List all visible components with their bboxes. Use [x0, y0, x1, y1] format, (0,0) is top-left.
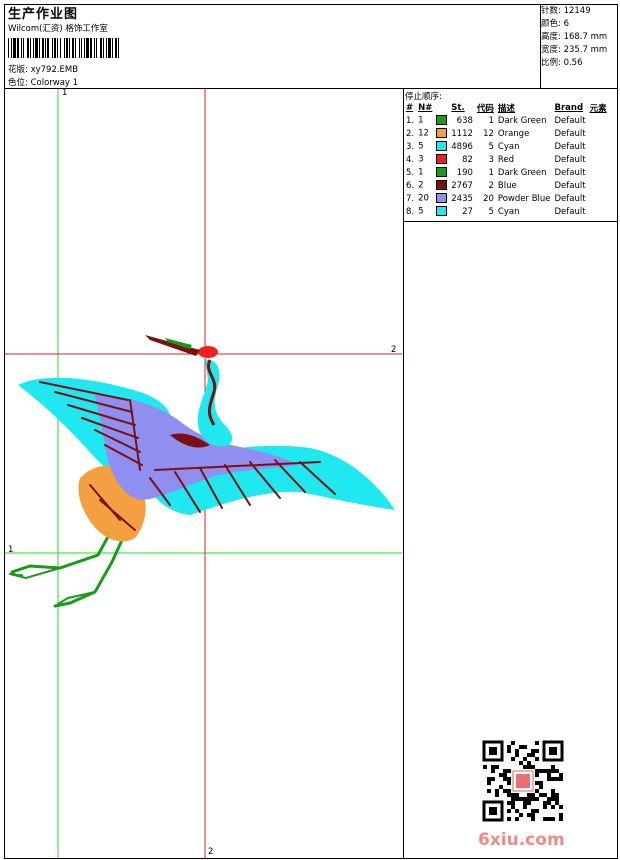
- axis-label-h1: 1: [8, 545, 14, 555]
- crane-embroidery: [9, 335, 395, 608]
- axis-label-h2: 2: [391, 345, 397, 355]
- neck-cyan: [197, 359, 233, 447]
- axis-label-v2: 2: [208, 847, 214, 857]
- site-watermark: 6xiu.com: [478, 830, 565, 850]
- qr-code: [482, 740, 564, 822]
- axis-label-v1: 1: [62, 88, 68, 98]
- head-red: [198, 346, 218, 358]
- embroidery-preview: [5, 89, 402, 858]
